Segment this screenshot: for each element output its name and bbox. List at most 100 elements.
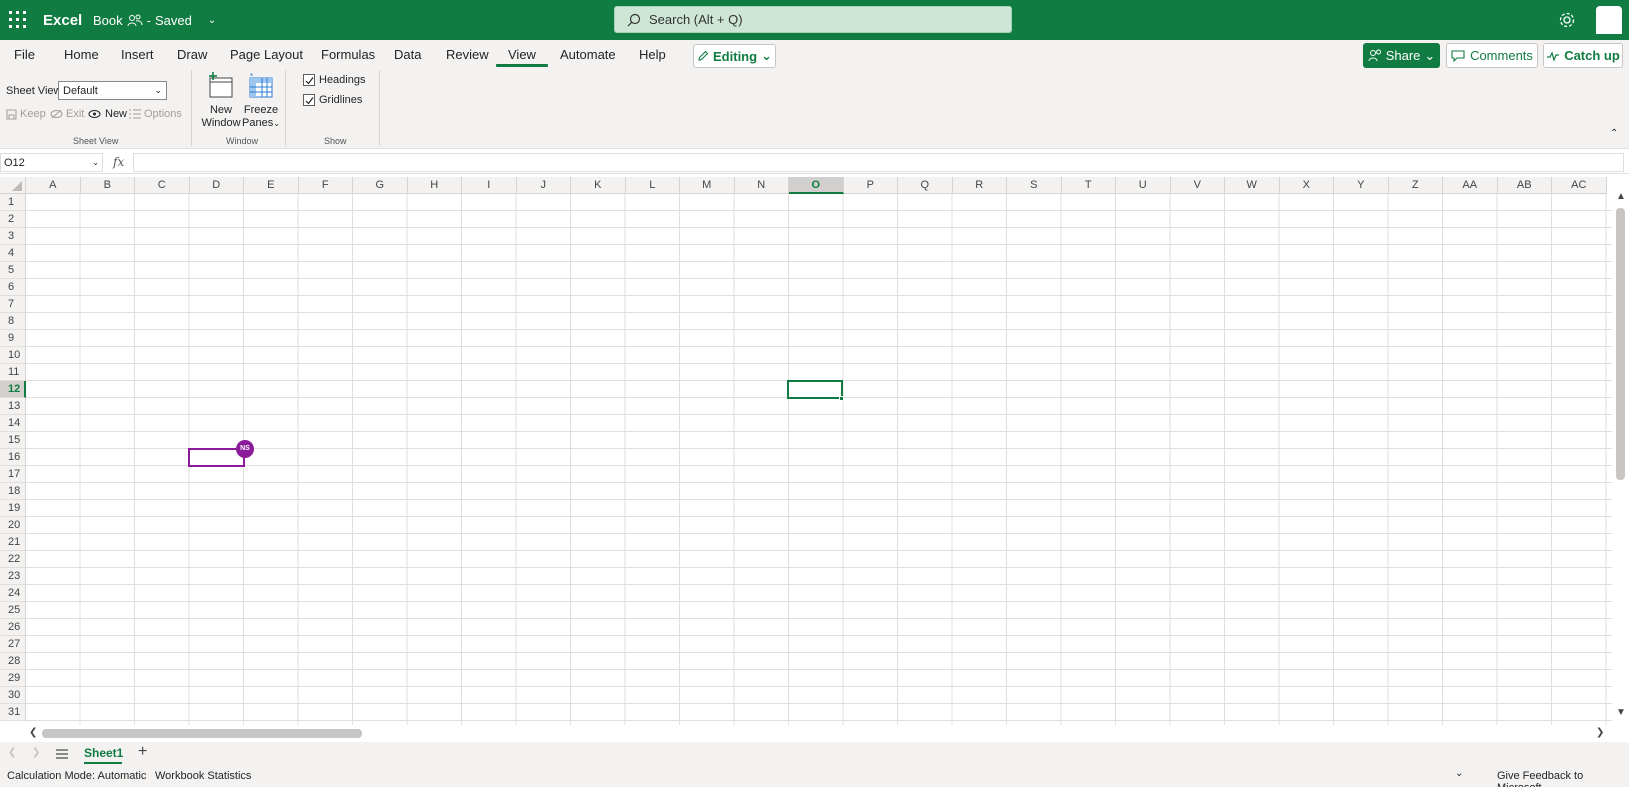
app-name[interactable]: Excel xyxy=(43,12,82,29)
exit-button[interactable]: Exit xyxy=(50,108,84,120)
freeze-panes-button[interactable]: * Freeze Panes⌄ xyxy=(242,72,280,130)
name-box[interactable]: O12 ⌄ xyxy=(0,153,103,172)
fill-handle[interactable] xyxy=(839,396,844,401)
row-header[interactable]: 19 xyxy=(0,500,26,517)
row-header[interactable]: 1 xyxy=(0,194,26,211)
horizontal-scrollbar[interactable]: ❮ ❯ xyxy=(26,725,1612,742)
sheet-tab-sheet1[interactable]: Sheet1 xyxy=(84,746,123,760)
gridlines-checkbox[interactable]: Gridlines xyxy=(303,94,362,106)
chevron-up-icon[interactable]: ⌃ xyxy=(1610,128,1618,139)
tab-draw[interactable]: Draw xyxy=(177,47,207,62)
column-header[interactable]: I xyxy=(462,177,517,194)
app-launcher-icon[interactable] xyxy=(6,9,28,31)
active-cell-selection[interactable] xyxy=(787,380,843,399)
row-header[interactable]: 24 xyxy=(0,585,26,602)
all-sheets-menu-icon[interactable] xyxy=(56,749,68,759)
tab-page-layout[interactable]: Page Layout xyxy=(230,47,303,62)
column-header[interactable]: A xyxy=(26,177,81,194)
column-header[interactable]: Z xyxy=(1388,177,1443,194)
row-header[interactable]: 15 xyxy=(0,432,26,449)
scroll-up-icon[interactable]: ▲ xyxy=(1616,191,1626,202)
column-header[interactable]: H xyxy=(407,177,462,194)
keep-button[interactable]: Keep xyxy=(6,108,46,120)
vertical-scroll-thumb[interactable] xyxy=(1616,208,1625,480)
share-button[interactable]: Share ⌄ xyxy=(1363,43,1440,68)
column-header[interactable]: T xyxy=(1061,177,1116,194)
row-header[interactable]: 2 xyxy=(0,211,26,228)
row-header[interactable]: 5 xyxy=(0,262,26,279)
column-header[interactable]: O xyxy=(789,177,844,194)
row-header[interactable]: 18 xyxy=(0,483,26,500)
column-header[interactable]: AC xyxy=(1552,177,1607,194)
new-window-button[interactable]: New Window xyxy=(200,72,242,130)
vertical-scrollbar[interactable]: ▲ ▼ xyxy=(1612,191,1629,725)
scroll-down-icon[interactable]: ▼ xyxy=(1616,707,1626,718)
tab-data[interactable]: Data xyxy=(394,47,421,62)
tab-help[interactable]: Help xyxy=(639,47,666,62)
column-header[interactable]: J xyxy=(516,177,571,194)
row-header[interactable]: 7 xyxy=(0,296,26,313)
row-header[interactable]: 29 xyxy=(0,670,26,687)
cell-area[interactable] xyxy=(26,194,1612,725)
column-header[interactable]: Y xyxy=(1334,177,1389,194)
row-header[interactable]: 26 xyxy=(0,619,26,636)
row-header[interactable]: 21 xyxy=(0,534,26,551)
workbook-statistics[interactable]: Workbook Statistics xyxy=(155,770,251,782)
headings-checkbox[interactable]: Headings xyxy=(303,74,365,86)
row-header[interactable]: 9 xyxy=(0,330,26,347)
column-header[interactable]: U xyxy=(1116,177,1171,194)
row-header[interactable]: 12 xyxy=(0,381,26,398)
catch-up-button[interactable]: Catch up xyxy=(1543,43,1623,68)
column-header[interactable]: R xyxy=(952,177,1007,194)
select-all-corner[interactable] xyxy=(0,177,26,194)
column-header[interactable]: P xyxy=(843,177,898,194)
column-header[interactable]: B xyxy=(80,177,135,194)
column-header[interactable]: N xyxy=(734,177,789,194)
scroll-left-icon[interactable]: ❮ xyxy=(29,727,37,738)
fx-icon[interactable]: fx xyxy=(113,155,124,169)
column-header[interactable]: L xyxy=(625,177,680,194)
row-header[interactable]: 23 xyxy=(0,568,26,585)
options-button[interactable]: Options xyxy=(129,108,182,120)
column-header[interactable]: W xyxy=(1225,177,1280,194)
document-title[interactable]: Book - Saved ⌄ xyxy=(93,13,216,28)
row-header[interactable]: 30 xyxy=(0,687,26,704)
tab-automate[interactable]: Automate xyxy=(560,47,616,62)
search-box[interactable]: Search (Alt + Q) xyxy=(614,6,1012,33)
column-header[interactable]: K xyxy=(571,177,626,194)
column-header[interactable]: Q xyxy=(898,177,953,194)
column-header[interactable]: G xyxy=(353,177,408,194)
tab-review[interactable]: Review xyxy=(446,47,489,62)
column-header[interactable]: AB xyxy=(1497,177,1552,194)
row-header[interactable]: 14 xyxy=(0,415,26,432)
user-avatar[interactable] xyxy=(1596,6,1622,34)
column-header[interactable]: E xyxy=(244,177,299,194)
column-header[interactable]: S xyxy=(1007,177,1062,194)
row-header[interactable]: 25 xyxy=(0,602,26,619)
column-header[interactable]: D xyxy=(189,177,244,194)
editing-mode-button[interactable]: Editing ⌄ xyxy=(693,44,776,68)
prev-sheet-icon[interactable]: ❮ xyxy=(8,747,16,758)
column-header[interactable]: F xyxy=(298,177,353,194)
horizontal-scroll-thumb[interactable] xyxy=(42,729,362,738)
tab-insert[interactable]: Insert xyxy=(121,47,154,62)
row-header[interactable]: 27 xyxy=(0,636,26,653)
feedback-link[interactable]: Give Feedback to Microsoft xyxy=(1497,770,1629,787)
tab-file[interactable]: File xyxy=(14,47,35,62)
tab-home[interactable]: Home xyxy=(64,47,99,62)
add-sheet-icon[interactable]: + xyxy=(138,743,147,761)
scroll-right-icon[interactable]: ❯ xyxy=(1596,727,1604,738)
comments-button[interactable]: Comments xyxy=(1446,43,1538,68)
row-header[interactable]: 13 xyxy=(0,398,26,415)
tab-view[interactable]: View xyxy=(508,47,536,62)
row-header[interactable]: 20 xyxy=(0,517,26,534)
gear-icon[interactable] xyxy=(1558,11,1576,29)
row-header[interactable]: 31 xyxy=(0,704,26,721)
formula-input[interactable] xyxy=(133,153,1624,172)
row-header[interactable]: 16 xyxy=(0,449,26,466)
row-header[interactable]: 4 xyxy=(0,245,26,262)
row-header[interactable]: 22 xyxy=(0,551,26,568)
column-header[interactable]: C xyxy=(135,177,190,194)
row-header[interactable]: 6 xyxy=(0,279,26,296)
column-header[interactable]: AA xyxy=(1443,177,1498,194)
